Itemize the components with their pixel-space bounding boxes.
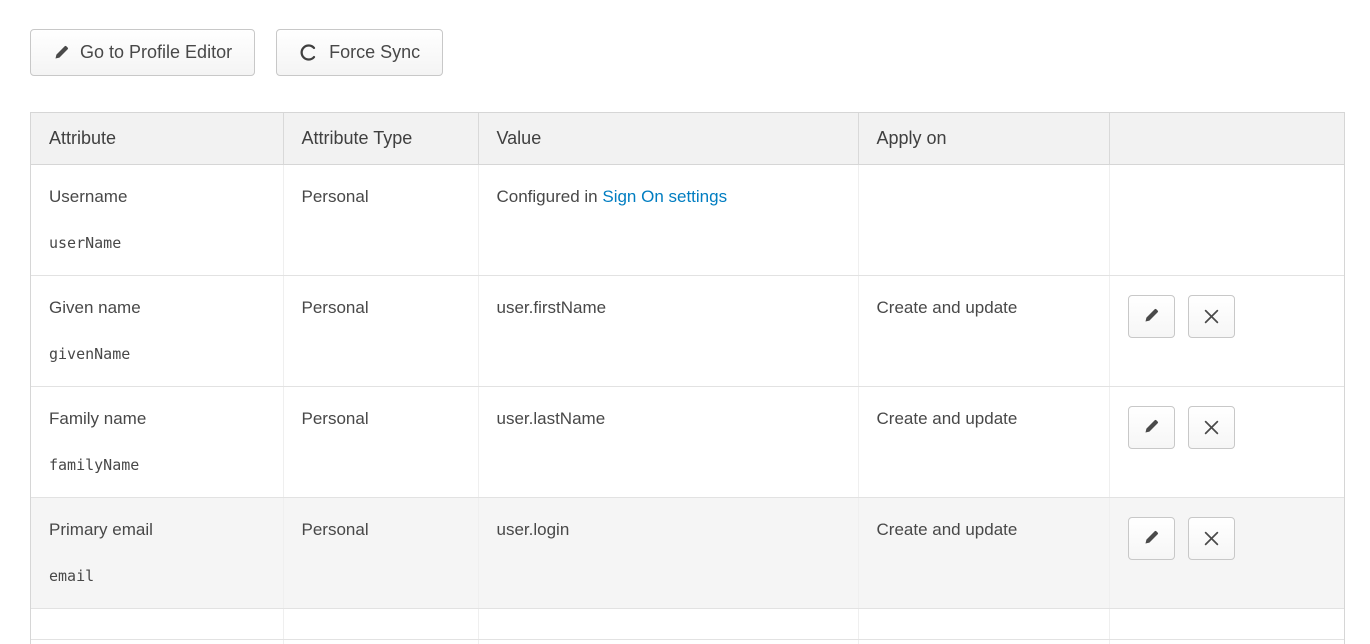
attribute-mappings-page: Go to Profile Editor Force Sync Attribut… [0,0,1370,644]
edit-mapping-button[interactable] [1128,295,1175,338]
pencil-icon [1143,419,1159,435]
header-apply-on: Apply on [858,113,1109,164]
attribute-variable: familyName [49,456,265,474]
close-icon [1204,309,1219,324]
remove-mapping-button[interactable] [1188,517,1235,560]
edit-mapping-button[interactable] [1128,406,1175,449]
pencil-icon [1143,530,1159,546]
attribute-variable: email [49,567,265,585]
force-sync-button[interactable]: Force Sync [276,29,443,76]
apply-on-value: Create and update [877,298,1018,317]
sign-on-settings-link[interactable]: Sign On settings [602,187,727,206]
toolbar: Go to Profile Editor Force Sync [30,29,1370,76]
apply-on-value: Create and update [877,520,1018,539]
value-text: Configured in [497,187,598,206]
attribute-type-value: Personal [302,409,369,428]
edit-mapping-button[interactable] [1128,517,1175,560]
header-actions [1109,113,1345,164]
attribute-label: Given name [49,298,265,318]
close-icon [1204,531,1219,546]
value-text: user.lastName [497,409,606,428]
pencil-icon [53,45,69,61]
go-to-profile-editor-label: Go to Profile Editor [80,42,232,63]
table-row-given-name: Given name givenName Personal user.first… [31,275,1345,386]
attribute-label: Primary email [49,520,265,540]
attribute-label: Family name [49,409,265,429]
attribute-type-value: Personal [302,187,369,206]
remove-mapping-button[interactable] [1188,295,1235,338]
attribute-variable: givenName [49,345,265,363]
table-row-partial [31,639,1345,644]
value-text: user.firstName [497,298,607,317]
table-row-partial [31,608,1345,639]
header-attribute-type: Attribute Type [283,113,478,164]
table-row-primary-email: Primary email email Personal user.login … [31,497,1345,608]
attribute-type-value: Personal [302,298,369,317]
table-row-username: Username userName Personal Configured in… [31,164,1345,275]
pencil-icon [1143,308,1159,324]
table-row-family-name: Family name familyName Personal user.las… [31,386,1345,497]
header-attribute: Attribute [31,113,283,164]
refresh-icon [299,43,318,62]
remove-mapping-button[interactable] [1188,406,1235,449]
value-text: user.login [497,520,570,539]
attribute-type-value: Personal [302,520,369,539]
close-icon [1204,420,1219,435]
force-sync-label: Force Sync [329,42,420,63]
attribute-variable: userName [49,234,265,252]
go-to-profile-editor-button[interactable]: Go to Profile Editor [30,29,255,76]
attribute-label: Username [49,187,265,207]
table-header-row: Attribute Attribute Type Value Apply on [31,113,1345,164]
apply-on-value: Create and update [877,409,1018,428]
header-value: Value [478,113,858,164]
attribute-mappings-table: Attribute Attribute Type Value Apply on … [30,112,1345,644]
